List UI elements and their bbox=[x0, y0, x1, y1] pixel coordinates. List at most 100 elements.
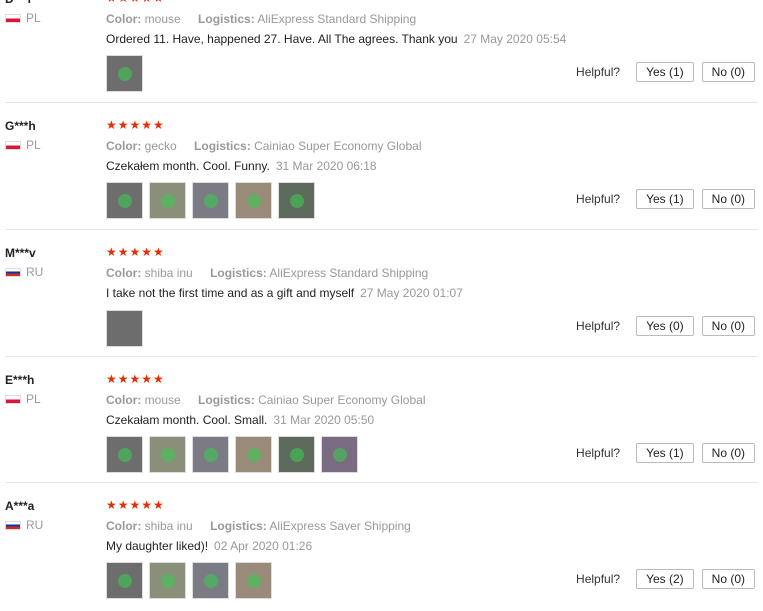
reviewer-name: M***v bbox=[5, 246, 36, 260]
color-label: Color: bbox=[106, 12, 142, 26]
review-photo-thumbnail[interactable] bbox=[106, 310, 143, 347]
review-photo-thumbnail[interactable] bbox=[235, 562, 272, 599]
helpful-vote: Helpful? Yes (1) No (0) bbox=[576, 189, 755, 209]
review-photo-thumbnail[interactable] bbox=[235, 182, 272, 219]
review-photo-thumbnail[interactable] bbox=[106, 436, 143, 473]
reviewer-name: D***l bbox=[5, 0, 31, 6]
helpful-label: Helpful? bbox=[576, 192, 621, 206]
logistics-value: AliExpress Saver Shipping bbox=[269, 519, 411, 533]
review-date: 02 Apr 2020 01:26 bbox=[214, 539, 313, 553]
review-photo-thumbnail[interactable] bbox=[278, 182, 315, 219]
review-photo-thumbnail[interactable] bbox=[192, 436, 229, 473]
review-photo-thumbnail[interactable] bbox=[235, 436, 272, 473]
reviewer-country: PL bbox=[5, 11, 41, 25]
review-body: I take not the first time and as a gift … bbox=[106, 286, 355, 300]
rating-stars: ★★★★★ bbox=[106, 372, 165, 386]
logistics-value: AliExpress Standard Shipping bbox=[257, 12, 417, 26]
review-photo-thumbnail[interactable] bbox=[149, 436, 186, 473]
reviewer-country: PL bbox=[5, 138, 41, 152]
helpful-yes-button[interactable]: Yes (1) bbox=[636, 443, 694, 463]
product-properties: Color: mouse Logistics: Cainiao Super Ec… bbox=[106, 393, 426, 407]
review-text: Czekałam month. Cool. Small. 31 Mar 2020 … bbox=[106, 413, 374, 427]
review-photo-thumbnail[interactable] bbox=[278, 436, 315, 473]
logistics-label: Logistics: bbox=[198, 12, 255, 26]
review-photo-thumbnail[interactable] bbox=[106, 182, 143, 219]
country-flag-icon bbox=[5, 267, 21, 277]
review-text: Ordered 11. Have, happened 27. Have. All… bbox=[106, 32, 566, 46]
country-flag-icon bbox=[5, 394, 21, 404]
logistics-value: Cainiao Super Economy Global bbox=[258, 393, 426, 407]
helpful-no-button[interactable]: No (0) bbox=[701, 316, 755, 336]
logistics-label: Logistics: bbox=[210, 519, 267, 533]
review-photo-thumbnail[interactable] bbox=[149, 182, 186, 219]
review-photo-thumbnail[interactable] bbox=[106, 55, 143, 92]
country-code: RU bbox=[26, 518, 44, 532]
review-photos bbox=[106, 55, 143, 92]
product-properties: Color: gecko Logistics: Cainiao Super Ec… bbox=[106, 139, 422, 153]
helpful-vote: Helpful? Yes (1) No (0) bbox=[576, 443, 755, 463]
logistics-label: Logistics: bbox=[198, 393, 255, 407]
reviewer-name: A***a bbox=[5, 499, 35, 513]
review-body: Czekałem month. Cool. Funny. bbox=[106, 159, 270, 173]
rating-stars: ★★★★★ bbox=[106, 118, 165, 132]
helpful-no-button[interactable]: No (0) bbox=[701, 569, 755, 589]
review-divider bbox=[5, 482, 758, 483]
review-body: Czekałam month. Cool. Small. bbox=[106, 413, 268, 427]
review-body: My daughter liked)! bbox=[106, 539, 209, 553]
color-value: mouse bbox=[144, 393, 181, 407]
logistics-label: Logistics: bbox=[210, 266, 267, 280]
logistics-value: AliExpress Standard Shipping bbox=[269, 266, 429, 280]
review-text: Czekałem month. Cool. Funny. 31 Mar 2020 … bbox=[106, 159, 377, 173]
product-properties: Color: mouse Logistics: AliExpress Stand… bbox=[106, 12, 416, 26]
review-photos bbox=[106, 562, 272, 599]
review-photos bbox=[106, 436, 358, 473]
country-flag-icon bbox=[5, 140, 21, 150]
country-code: PL bbox=[26, 11, 41, 25]
review-photo-thumbnail[interactable] bbox=[149, 562, 186, 599]
helpful-vote: Helpful? Yes (1) No (0) bbox=[576, 62, 755, 82]
helpful-yes-button[interactable]: Yes (0) bbox=[636, 316, 694, 336]
review-photos bbox=[106, 310, 143, 347]
helpful-no-button[interactable]: No (0) bbox=[701, 189, 755, 209]
color-label: Color: bbox=[106, 519, 142, 533]
review-date: 31 Mar 2020 05:50 bbox=[273, 413, 375, 427]
helpful-label: Helpful? bbox=[576, 319, 621, 333]
rating-stars: ★★★★★ bbox=[106, 0, 165, 5]
color-label: Color: bbox=[106, 393, 142, 407]
review-date: 27 May 2020 05:54 bbox=[463, 32, 567, 46]
helpful-label: Helpful? bbox=[576, 572, 621, 586]
color-label: Color: bbox=[106, 139, 142, 153]
helpful-label: Helpful? bbox=[576, 446, 621, 460]
review-photo-thumbnail[interactable] bbox=[192, 182, 229, 219]
logistics-value: Cainiao Super Economy Global bbox=[254, 139, 422, 153]
country-code: PL bbox=[26, 392, 41, 406]
reviewer-country: RU bbox=[5, 518, 43, 532]
rating-stars: ★★★★★ bbox=[106, 498, 165, 512]
reviewer-country: PL bbox=[5, 392, 41, 406]
review-photo-thumbnail[interactable] bbox=[192, 562, 229, 599]
helpful-vote: Helpful? Yes (0) No (0) bbox=[576, 316, 755, 336]
rating-stars: ★★★★★ bbox=[106, 245, 165, 259]
review-text: My daughter liked)! 02 Apr 2020 01:26 bbox=[106, 539, 312, 553]
reviewer-name: G***h bbox=[5, 119, 36, 133]
review-divider bbox=[5, 102, 758, 103]
helpful-no-button[interactable]: No (0) bbox=[701, 62, 755, 82]
color-value: shiba inu bbox=[144, 519, 193, 533]
helpful-yes-button[interactable]: Yes (1) bbox=[636, 189, 694, 209]
helpful-label: Helpful? bbox=[576, 65, 621, 79]
country-code: PL bbox=[26, 138, 41, 152]
review-body: Ordered 11. Have, happened 27. Have. All… bbox=[106, 32, 458, 46]
color-label: Color: bbox=[106, 266, 142, 280]
reviewer-country: RU bbox=[5, 265, 43, 279]
color-value: shiba inu bbox=[144, 266, 193, 280]
product-properties: Color: shiba inu Logistics: AliExpress S… bbox=[106, 519, 411, 533]
color-value: mouse bbox=[144, 12, 181, 26]
helpful-yes-button[interactable]: Yes (1) bbox=[636, 62, 694, 82]
helpful-yes-button[interactable]: Yes (2) bbox=[636, 569, 694, 589]
product-properties: Color: shiba inu Logistics: AliExpress S… bbox=[106, 266, 428, 280]
review-divider bbox=[5, 229, 758, 230]
helpful-no-button[interactable]: No (0) bbox=[701, 443, 755, 463]
review-photo-thumbnail[interactable] bbox=[106, 562, 143, 599]
review-divider bbox=[5, 356, 758, 357]
review-photo-thumbnail[interactable] bbox=[321, 436, 358, 473]
